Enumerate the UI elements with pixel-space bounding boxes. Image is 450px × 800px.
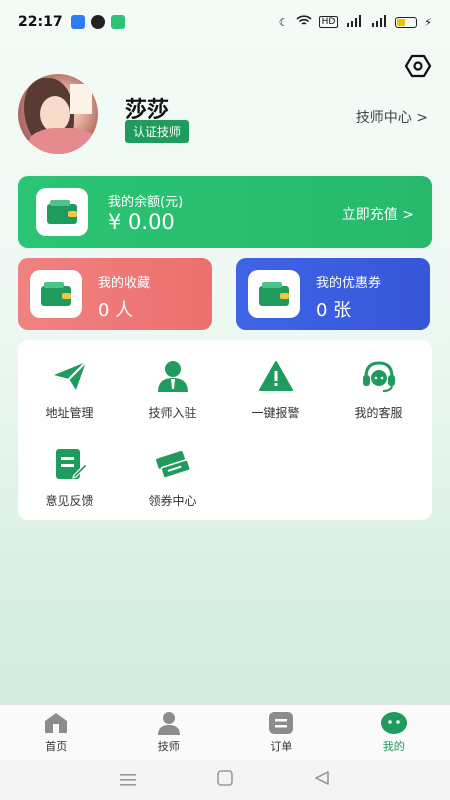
tab-label: 订单 [270, 740, 293, 753]
coupons-card[interactable]: 我的优惠券 0 张 [236, 258, 430, 330]
favorites-count: 0 人 [98, 300, 134, 321]
charging-icon: ⚡ [424, 15, 432, 29]
grid-item-customer-service[interactable]: 我的客服 [327, 356, 430, 421]
wechat-icon [90, 15, 105, 29]
order-list-icon [267, 711, 295, 735]
grid-item-alarm[interactable]: 一键报警 [224, 356, 327, 421]
wallet-icon [248, 270, 300, 318]
wifi-icon [296, 14, 312, 30]
home-icon [42, 711, 70, 735]
favorites-card[interactable]: 我的收藏 0 人 [18, 258, 212, 330]
balance-label: 我的余额(元) [108, 195, 184, 210]
alert-icon [256, 356, 296, 396]
coupons-label: 我的优惠券 [316, 276, 382, 291]
tech-center-link[interactable]: 技师中心 > [356, 107, 428, 127]
tab-technician[interactable]: 技师 [113, 705, 226, 760]
chat-face-icon [380, 711, 408, 735]
certified-badge: 认证技师 [125, 120, 190, 143]
grid-item-address[interactable]: 地址管理 [18, 356, 121, 421]
person-icon [155, 711, 183, 735]
hd-icon: HD [318, 16, 339, 28]
status-bar: 22:17 ☾ HD ⚡ [0, 0, 450, 44]
signal-icon-2 [370, 14, 388, 30]
balance-amount: ¥ 0.00 [108, 210, 175, 234]
battery-icon [395, 16, 418, 28]
grid-item-label: 一键报警 [251, 406, 300, 420]
avatar[interactable] [18, 74, 98, 154]
favorites-label: 我的收藏 [98, 276, 151, 291]
technician-icon [153, 356, 193, 396]
menu-icon[interactable] [120, 771, 137, 790]
grid-item-label: 技师入驻 [148, 406, 197, 420]
wallet-icon [36, 188, 88, 236]
grid-item-feedback[interactable]: 意见反馈 [18, 444, 121, 509]
tab-mine[interactable]: 我的 [338, 705, 450, 760]
balance-card[interactable]: 我的余额(元) ¥ 0.00 立即充值 > [18, 176, 432, 248]
wallet-icon [30, 270, 82, 318]
coupons-count: 0 张 [316, 300, 352, 321]
feedback-icon [50, 444, 90, 484]
hexagon-settings-icon [404, 54, 432, 78]
grid-item-coupon-center[interactable]: 领券中心 [121, 444, 224, 509]
app-notification-icon [70, 15, 85, 29]
paper-plane-icon [50, 356, 90, 396]
tab-label: 首页 [45, 740, 68, 753]
tab-home[interactable]: 首页 [0, 705, 113, 760]
tickets-icon [153, 444, 193, 484]
moon-icon: ☾ [278, 15, 289, 29]
app-icon [110, 15, 125, 29]
system-navigation-bar [0, 760, 450, 800]
bottom-tab-bar: 首页 技师 订单 我的 [0, 704, 450, 760]
tab-label: 我的 [382, 740, 405, 753]
grid-item-label: 我的客服 [354, 406, 403, 420]
tab-orders[interactable]: 订单 [225, 705, 338, 760]
status-time: 22:17 [18, 14, 63, 30]
headset-icon [359, 356, 399, 396]
back-triangle-icon[interactable] [314, 770, 330, 790]
function-grid: 地址管理 技师入驻 一键报警 我的客服 意见反馈 领券中心 [18, 340, 432, 520]
signal-icon [345, 14, 363, 30]
grid-item-label: 领券中心 [148, 494, 197, 508]
grid-item-technician-join[interactable]: 技师入驻 [121, 356, 224, 421]
tab-label: 技师 [157, 740, 180, 753]
grid-item-label: 意见反馈 [45, 494, 94, 508]
grid-item-label: 地址管理 [45, 406, 94, 420]
settings-button[interactable] [404, 52, 432, 80]
home-square-icon[interactable] [217, 770, 233, 790]
recharge-button[interactable]: 立即充值 > [342, 204, 414, 224]
